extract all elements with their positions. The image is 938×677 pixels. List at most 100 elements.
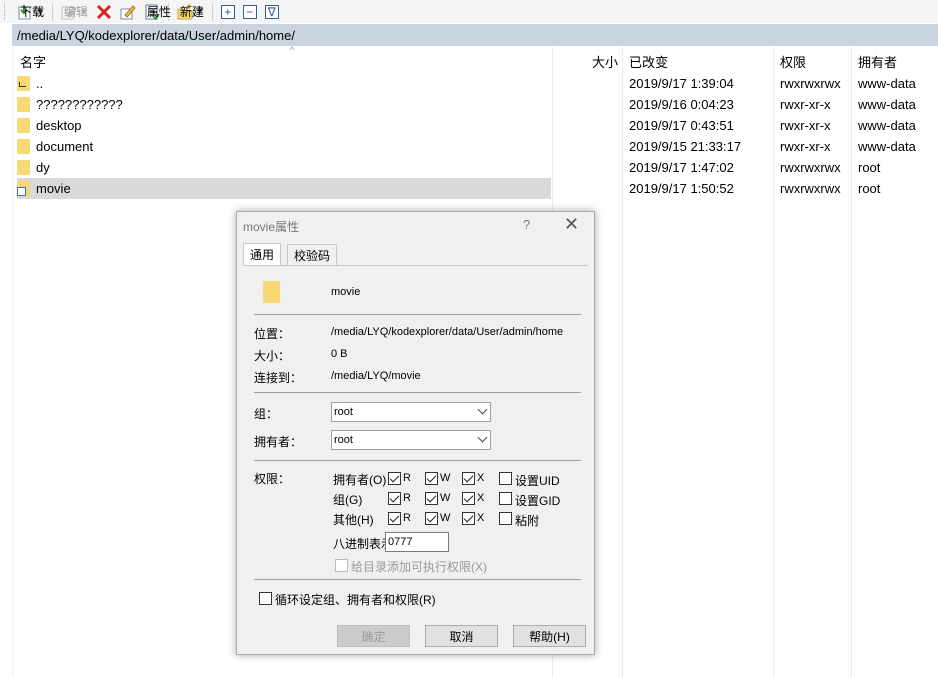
group-exec-checkbox[interactable] <box>462 492 475 505</box>
file-owner: root <box>858 160 881 175</box>
filter-box-icon[interactable]: ∇ <box>264 4 279 19</box>
divider <box>254 579 581 580</box>
perm-other-label: 其他(H) <box>333 513 374 527</box>
toolbar-grip[interactable] <box>4 3 7 20</box>
column-header-owner[interactable]: 拥有者 <box>858 52 897 71</box>
sticky-checkbox[interactable] <box>499 512 512 525</box>
group-read-label: R <box>403 492 411 504</box>
column-header-name[interactable]: 名字 <box>20 52 46 71</box>
owner-write-checkbox[interactable] <box>425 472 438 485</box>
group-label: 组： <box>254 407 279 421</box>
folder-icon <box>17 118 30 133</box>
file-modified: 2019/9/16 0:04:23 <box>629 97 734 112</box>
file-list-header: 名字 ^ 大小 已改变 权限 拥有者 <box>12 45 938 71</box>
delete-button[interactable] <box>92 1 116 22</box>
edit-button[interactable]: 编辑 ▼ <box>57 1 92 22</box>
dialog-title: movie属性 <box>243 220 300 234</box>
location-value: /media/LYQ/kodexplorer/data/User/admin/h… <box>331 326 564 338</box>
other-exec-checkbox[interactable] <box>462 512 475 525</box>
permissions-label: 权限： <box>254 472 291 486</box>
divider <box>254 392 581 393</box>
group-select[interactable]: root <box>331 402 491 422</box>
rename-icon <box>120 4 136 20</box>
file-row[interactable]: dy 2019/9/17 1:47:02 rwxrwxrwx root <box>12 157 938 178</box>
properties-button[interactable]: 属性 <box>140 1 171 22</box>
file-owner: www-data <box>858 76 916 91</box>
sticky-label: 粘附 <box>515 514 540 528</box>
path-bar[interactable]: /media/LYQ/kodexplorer/data/User/admin/h… <box>12 24 938 46</box>
file-row[interactable]: document 2019/9/15 21:33:17 rwxr-xr-x ww… <box>12 136 938 157</box>
new-label: 新建 <box>179 5 204 19</box>
help-button[interactable]: 帮助(H) <box>513 625 586 647</box>
setuid-checkbox[interactable] <box>499 472 512 485</box>
owner-select-value: root <box>334 434 353 446</box>
file-owner: www-data <box>858 118 916 133</box>
column-header-size[interactable]: 大小 <box>592 52 618 71</box>
other-read-checkbox[interactable] <box>388 512 401 525</box>
properties-label: 属性 <box>146 5 171 19</box>
file-row-parent[interactable]: .. 2019/9/17 1:39:04 rwxrwxrwx www-data <box>12 73 938 94</box>
file-name: movie <box>36 181 71 196</box>
owner-exec-label: X <box>477 472 485 484</box>
file-row[interactable]: desktop 2019/9/17 0:43:51 rwxr-xr-x www-… <box>12 115 938 136</box>
file-permissions: rwxr-xr-x <box>780 139 831 154</box>
dialog-filename: movie <box>331 286 361 298</box>
file-row-selected[interactable]: movie 2019/9/17 1:50:52 rwxrwxrwx root <box>12 178 938 199</box>
rename-button[interactable] <box>116 1 140 22</box>
file-modified: 2019/9/17 1:39:04 <box>629 76 734 91</box>
octal-input[interactable]: 0777 <box>385 532 449 552</box>
folder-icon <box>17 97 30 112</box>
group-select-value: root <box>334 406 353 418</box>
file-name: desktop <box>36 118 82 133</box>
file-owner: www-data <box>858 97 916 112</box>
link-target-label: 连接到： <box>254 371 303 385</box>
file-modified: 2019/9/17 1:50:52 <box>629 181 734 196</box>
help-icon[interactable]: ? <box>523 217 530 232</box>
group-read-checkbox[interactable] <box>388 492 401 505</box>
divider <box>254 460 581 461</box>
other-read-label: R <box>403 512 411 524</box>
path-text: /media/LYQ/kodexplorer/data/User/admin/h… <box>17 27 295 43</box>
column-header-modified[interactable]: 已改变 <box>629 52 668 71</box>
file-permissions: rwxr-xr-x <box>780 97 831 112</box>
owner-select[interactable]: root <box>331 430 491 450</box>
size-label: 大小： <box>254 349 291 363</box>
close-icon[interactable]: ✕ <box>564 214 579 235</box>
tab-general[interactable]: 通用 <box>243 243 282 265</box>
setgid-checkbox[interactable] <box>499 492 512 505</box>
owner-exec-checkbox[interactable] <box>462 472 475 485</box>
other-write-label: W <box>440 512 451 524</box>
file-owner: root <box>858 181 881 196</box>
tab-checksum[interactable]: 校验码 <box>287 244 338 265</box>
minus-box-icon[interactable]: − <box>242 4 257 19</box>
general-pane: movie 位置： /media/LYQ/kodexplorer/data/Us… <box>243 265 588 619</box>
group-write-checkbox[interactable] <box>425 492 438 505</box>
other-write-checkbox[interactable] <box>425 512 438 525</box>
recursive-checkbox[interactable] <box>259 592 272 605</box>
location-label: 位置： <box>254 327 291 341</box>
plus-box-icon[interactable]: + <box>220 4 235 19</box>
recursive-label: 循环设定组、拥有者和权限(R) <box>275 593 436 607</box>
column-header-permissions[interactable]: 权限 <box>780 52 806 71</box>
file-modified: 2019/9/17 1:47:02 <box>629 160 734 175</box>
toolbar-divider <box>51 2 53 21</box>
chevron-down-icon <box>477 432 488 443</box>
file-modified: 2019/9/15 21:33:17 <box>629 139 742 154</box>
file-permissions: rwxr-xr-x <box>780 118 831 133</box>
download-button[interactable]: 下载 ▼ <box>13 1 48 22</box>
cancel-button[interactable]: 取消 <box>425 625 498 647</box>
properties-dialog: movie属性 ? ✕ 通用 校验码 movie 位置： /media/LYQ/… <box>236 211 595 655</box>
owner-read-checkbox[interactable] <box>388 472 401 485</box>
folder-icon <box>263 281 280 303</box>
ok-button[interactable]: 确定 <box>337 625 410 647</box>
exec-dirs-checkbox[interactable] <box>335 559 348 572</box>
file-permissions: rwxrwxrwx <box>780 76 841 91</box>
owner-read-label: R <box>403 472 411 484</box>
perm-group-label: 组(G) <box>333 493 363 507</box>
file-row[interactable]: ???????????? 2019/9/16 0:04:23 rwxr-xr-x… <box>12 94 938 115</box>
delete-x-icon <box>96 4 112 20</box>
other-exec-label: X <box>477 512 485 524</box>
edit-label: 编辑 <box>63 5 88 19</box>
new-button[interactable]: 新建 ▼ <box>173 1 208 22</box>
group-exec-label: X <box>477 492 485 504</box>
